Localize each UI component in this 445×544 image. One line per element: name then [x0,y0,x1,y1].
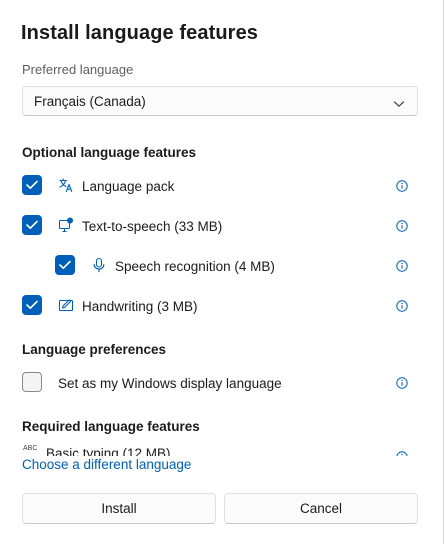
speech-recognition-checkbox[interactable] [55,255,75,275]
chevron-down-icon [393,96,405,107]
choose-different-language-link[interactable]: Choose a different language [22,457,196,472]
display-language-row: Set as my Windows display language [0,370,443,396]
text-to-speech-checkbox[interactable] [22,215,42,235]
language-pack-icon [58,177,74,193]
required-features-heading: Required language features [22,419,200,434]
handwriting-icon [58,297,74,313]
feature-row-text-to-speech: Text-to-speech (33 MB) [0,213,443,239]
language-preferences-heading: Language preferences [22,342,167,357]
install-language-features-dialog: Install language features Preferred lang… [0,0,444,544]
text-to-speech-icon [58,217,74,233]
required-features-scroll-region[interactable]: ABC Basic typing (12 MB) [0,440,443,456]
basic-typing-icon: ABC [23,445,38,452]
display-language-label: Set as my Windows display language [58,376,282,391]
microphone-icon [91,257,107,273]
handwriting-info-icon[interactable] [396,299,408,312]
speech-recognition-info-icon[interactable] [396,259,408,272]
optional-features-heading: Optional language features [22,145,197,160]
display-language-info-icon[interactable] [396,376,408,389]
feature-row-handwriting: Handwriting (3 MB) [0,293,443,319]
text-to-speech-label: Text-to-speech (33 MB) [82,219,223,234]
display-language-checkbox[interactable] [22,372,42,392]
speech-recognition-label: Speech recognition (4 MB) [115,259,275,274]
language-pack-label: Language pack [82,179,175,194]
install-button[interactable]: Install [22,493,216,524]
language-pack-checkbox[interactable] [22,175,42,195]
text-to-speech-info-icon[interactable] [396,219,408,232]
preferred-language-value: Français (Canada) [34,94,146,109]
feature-row-speech-recognition: Speech recognition (4 MB) [0,253,443,279]
handwriting-label: Handwriting (3 MB) [82,299,198,314]
cancel-button[interactable]: Cancel [224,493,418,524]
handwriting-checkbox[interactable] [22,295,42,315]
preferred-language-dropdown[interactable]: Français (Canada) [22,86,418,116]
language-pack-info-icon[interactable] [396,179,408,192]
dialog-title: Install language features [21,22,259,44]
basic-typing-label: Basic typing (12 MB) [46,446,171,456]
preferred-language-label: Preferred language [22,62,134,77]
feature-row-language-pack: Language pack [0,173,443,199]
basic-typing-info-icon[interactable] [396,450,408,456]
